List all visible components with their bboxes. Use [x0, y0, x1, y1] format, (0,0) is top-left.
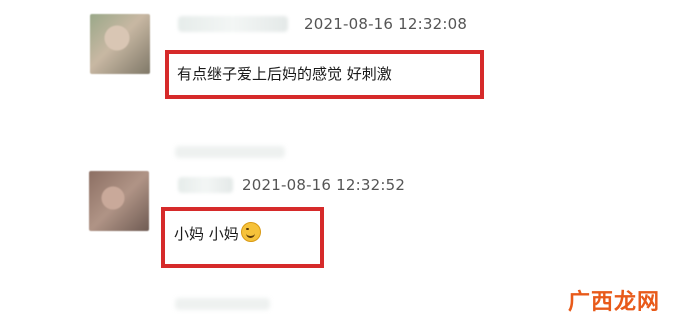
username-blurred[interactable] [178, 16, 288, 32]
comment-text-row: 小妈 小妈 [174, 222, 261, 244]
comment-timestamp: 2021-08-16 12:32:52 [242, 176, 406, 194]
comment-text: 有点继子爱上后妈的感觉 好刺激 [177, 65, 392, 83]
reply-placeholder-blurred [175, 146, 285, 158]
reply-placeholder-blurred [175, 298, 270, 310]
username-blurred[interactable] [178, 177, 233, 193]
avatar[interactable] [90, 14, 150, 74]
comment-text: 小妈 小妈 [174, 225, 239, 243]
comment-timestamp: 2021-08-16 12:32:08 [304, 15, 468, 33]
grinning-face-icon [240, 222, 261, 242]
watermark-logo: 广西龙网 [568, 290, 661, 315]
avatar[interactable] [89, 171, 149, 231]
